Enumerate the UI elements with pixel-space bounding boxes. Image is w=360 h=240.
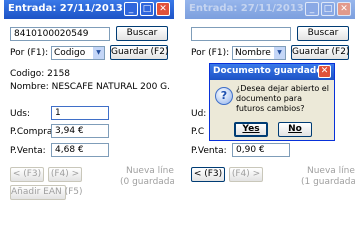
save-confirm-dialog: Documento guardado ✕ ? ¿Desea dejar abie… — [209, 63, 335, 141]
close-icon[interactable]: ✕ — [318, 65, 331, 78]
sale-price-label: P.Venta: — [10, 146, 46, 156]
question-icon: ? — [215, 87, 233, 105]
product-name-text: Nombre: NESCAFE NATURAL 200 G. — [10, 82, 171, 92]
dialog-title: Documento guardado — [213, 66, 323, 76]
save-button[interactable]: Guardar (F2) — [110, 45, 168, 60]
right-title-bar: Entrada: 27/11/2013 _ □ ✕ — [185, 0, 355, 19]
saved-count-text: (1 guardadas) — [301, 177, 355, 187]
search-by-label: Por (F1): — [10, 48, 49, 58]
search-by-label: Por (F1): — [191, 48, 230, 58]
left-app-window: Entrada: 27/11/2013 _ □ ✕ 8410100020549 … — [4, 0, 174, 203]
search-button[interactable]: Buscar — [116, 26, 168, 41]
new-line-label[interactable]: Nueva línea — [126, 166, 174, 176]
next-button[interactable]: (F4) > — [229, 167, 263, 182]
purchase-price-label: P.Compra: — [10, 127, 56, 137]
next-button[interactable]: (F4) > — [48, 167, 82, 182]
sale-price-input[interactable]: 4,68 € — [51, 143, 109, 157]
close-icon[interactable]: ✕ — [337, 2, 351, 16]
barcode-input[interactable]: 8410100020549 — [10, 27, 110, 41]
save-button[interactable]: Guardar (F2) — [291, 45, 349, 60]
left-window-title: Entrada: 27/11/2013 — [8, 3, 123, 14]
search-button[interactable]: Buscar — [297, 26, 349, 41]
chevron-down-icon[interactable]: ▼ — [274, 47, 285, 59]
maximize-icon[interactable]: □ — [140, 2, 154, 16]
no-button-label: No — [288, 124, 302, 134]
barcode-input[interactable] — [191, 27, 291, 41]
search-by-selected-value: Nombre — [235, 48, 271, 58]
close-icon[interactable]: ✕ — [156, 2, 170, 16]
chevron-down-icon[interactable]: ▼ — [93, 47, 104, 59]
add-ean-button[interactable]: Añadir EAN (F5) — [10, 185, 83, 200]
sale-price-label: P.Venta: — [191, 146, 227, 156]
search-by-select[interactable]: Nombre ▼ — [232, 46, 286, 60]
yes-button[interactable]: Yes — [234, 122, 268, 137]
previous-button[interactable]: < (F3) — [191, 167, 225, 182]
uds-label-partial: Ud: — [191, 109, 207, 119]
yes-button-label: Yes — [242, 124, 260, 134]
search-by-select[interactable]: Codigo ▼ — [51, 46, 105, 60]
maximize-icon[interactable]: □ — [321, 2, 335, 16]
previous-button[interactable]: < (F3) — [10, 167, 44, 182]
minimize-icon[interactable]: _ — [124, 2, 138, 16]
no-button[interactable]: No — [278, 122, 312, 137]
purchase-price-label-partial: P.C — [191, 127, 205, 137]
dialog-message: ¿Desea dejar abierto el documento para f… — [236, 84, 329, 113]
uds-label: Uds: — [10, 109, 31, 119]
minimize-icon[interactable]: _ — [305, 2, 319, 16]
uds-input[interactable]: 1 — [51, 106, 109, 120]
purchase-price-input[interactable]: 3,94 € — [51, 124, 109, 138]
left-title-bar: Entrada: 27/11/2013 _ □ ✕ — [4, 0, 174, 19]
right-window-title: Entrada: 27/11/2013 — [189, 3, 304, 14]
product-code-text: Codigo: 2158 — [10, 69, 71, 79]
dialog-title-bar: Documento guardado ✕ — [210, 64, 334, 80]
search-by-selected-value: Codigo — [54, 48, 86, 58]
sale-price-input[interactable]: 0,90 € — [232, 143, 290, 157]
new-line-label[interactable]: Nueva línea — [307, 166, 355, 176]
saved-count-text: (0 guardadas) — [120, 177, 174, 187]
